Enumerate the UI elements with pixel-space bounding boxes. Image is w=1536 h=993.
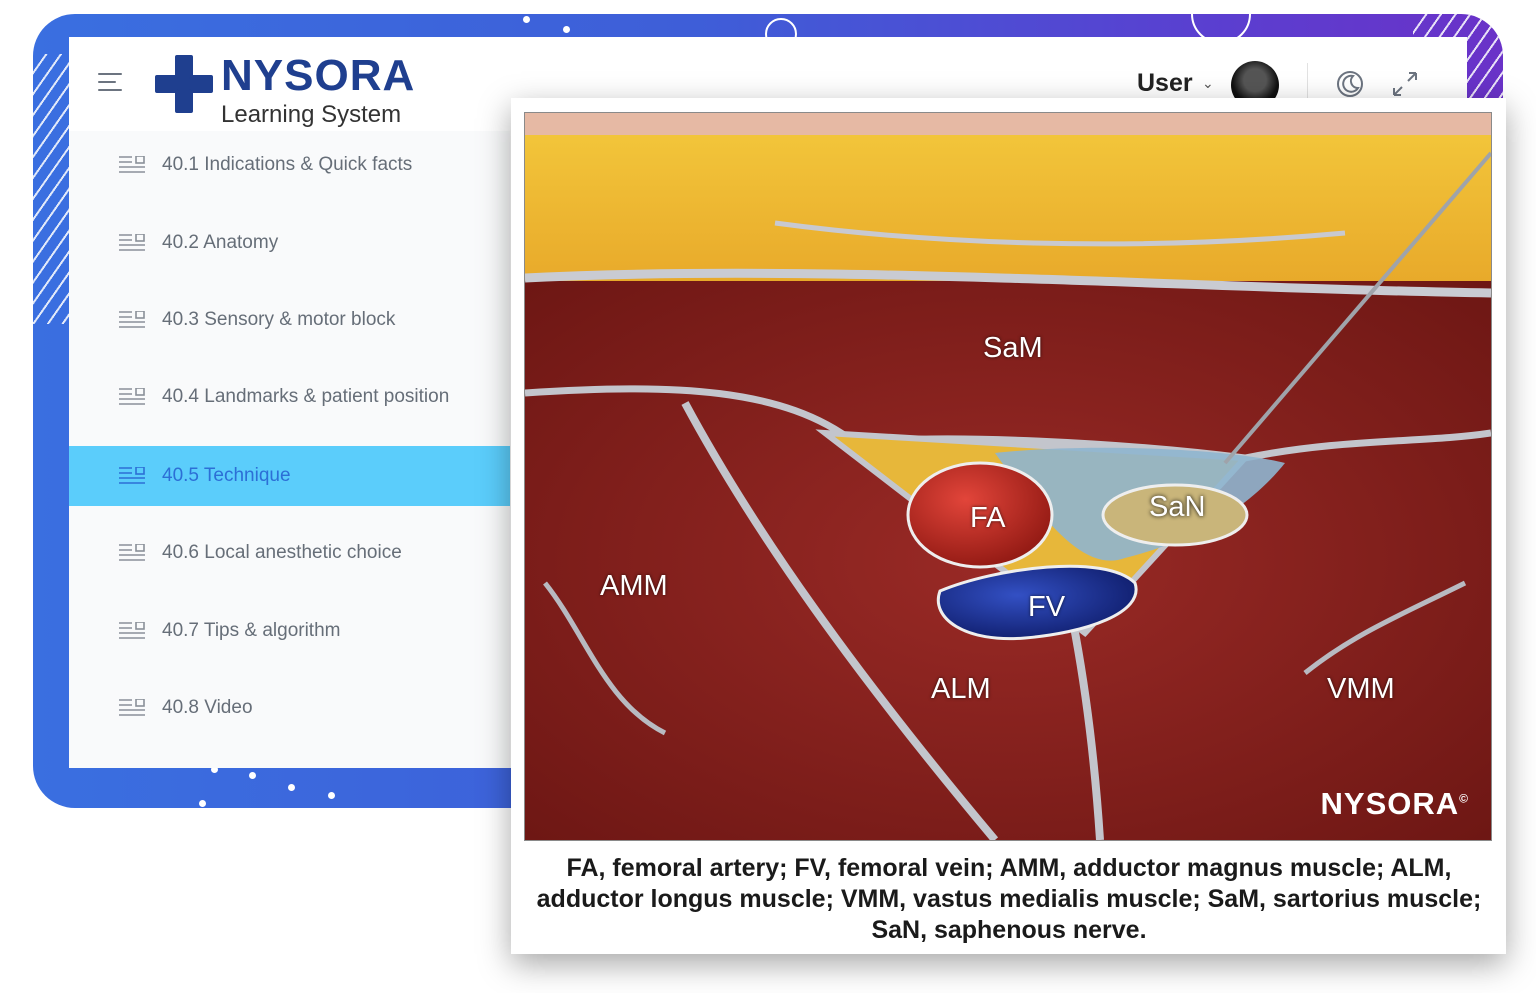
list-icon bbox=[119, 388, 145, 405]
stripe-pattern bbox=[33, 54, 73, 324]
label-femoral-artery: FA bbox=[970, 502, 1006, 534]
chevron-down-icon[interactable]: ⌄ bbox=[1202, 75, 1214, 92]
decorative-dot bbox=[199, 800, 206, 807]
sidebar-item-landmarks[interactable]: 40.4 Landmarks & patient position bbox=[69, 367, 510, 427]
list-icon bbox=[119, 699, 145, 716]
expand-icon[interactable] bbox=[1390, 69, 1420, 99]
logo-wordmark: NYSORA bbox=[221, 51, 416, 100]
sidebar-item-label: 40.5 Technique bbox=[162, 465, 291, 486]
nysora-logo[interactable]: NYSORA Learning System bbox=[153, 51, 423, 128]
logo-subtitle: Learning System bbox=[221, 101, 402, 128]
label-adductor-longus: ALM bbox=[931, 673, 991, 705]
decorative-dot bbox=[523, 16, 530, 23]
sidebar-item-local-anesthetic[interactable]: 40.6 Local anesthetic choice bbox=[69, 523, 510, 583]
label-vastus-medialis: VMM bbox=[1327, 673, 1395, 705]
moon-icon[interactable] bbox=[1335, 69, 1365, 99]
sidebar-item-label: 40.1 Indications & Quick facts bbox=[162, 154, 413, 175]
list-icon bbox=[119, 311, 145, 328]
sidebar-item-anatomy[interactable]: 40.2 Anatomy bbox=[69, 213, 510, 273]
sidebar: 40.1 Indications & Quick facts 40.2 Anat… bbox=[69, 131, 510, 768]
decorative-dot bbox=[249, 772, 256, 779]
label-adductor-magnus: AMM bbox=[600, 570, 668, 602]
sidebar-item-indications[interactable]: 40.1 Indications & Quick facts bbox=[69, 135, 510, 195]
hamburger-icon[interactable] bbox=[98, 73, 124, 93]
list-icon bbox=[119, 156, 145, 173]
list-icon bbox=[119, 544, 145, 561]
cross-logo-icon bbox=[155, 55, 213, 113]
user-menu-label[interactable]: User bbox=[1137, 69, 1193, 98]
decorative-dot bbox=[563, 26, 570, 33]
sidebar-item-sensory-motor-block[interactable]: 40.3 Sensory & motor block bbox=[69, 290, 510, 350]
list-icon bbox=[119, 234, 145, 251]
sidebar-item-label: 40.7 Tips & algorithm bbox=[162, 620, 341, 641]
sidebar-item-label: 40.2 Anatomy bbox=[162, 232, 279, 253]
header-divider bbox=[1307, 63, 1308, 99]
sidebar-item-label: 40.3 Sensory & motor block bbox=[162, 309, 396, 330]
sidebar-item-label: 40.6 Local anesthetic choice bbox=[162, 542, 402, 563]
decorative-dot bbox=[328, 792, 335, 799]
anatomy-drawing bbox=[525, 113, 1491, 840]
sidebar-item-label: 40.4 Landmarks & patient position bbox=[162, 386, 450, 407]
sidebar-item-video[interactable]: 40.8 Video bbox=[69, 678, 510, 738]
sidebar-item-tips-algorithm[interactable]: 40.7 Tips & algorithm bbox=[69, 601, 510, 661]
list-icon bbox=[119, 622, 145, 639]
label-femoral-vein: FV bbox=[1028, 591, 1066, 623]
sidebar-item-label: 40.8 Video bbox=[162, 697, 253, 718]
label-saphenous-nerve: SaN bbox=[1149, 491, 1206, 523]
figure-card: SaM FA SaN AMM FV ALM VMM NYSORA© FA, fe… bbox=[511, 98, 1506, 954]
sidebar-item-technique[interactable]: 40.5 Technique bbox=[69, 446, 510, 506]
figure-caption: FA, femoral artery; FV, femoral vein; AM… bbox=[536, 854, 1482, 944]
decorative-dot bbox=[288, 784, 295, 791]
anatomy-illustration: SaM FA SaN AMM FV ALM VMM NYSORA© bbox=[524, 112, 1492, 841]
label-sartorius: SaM bbox=[983, 332, 1043, 364]
list-icon bbox=[119, 467, 145, 484]
nysora-watermark: NYSORA© bbox=[1320, 786, 1469, 821]
